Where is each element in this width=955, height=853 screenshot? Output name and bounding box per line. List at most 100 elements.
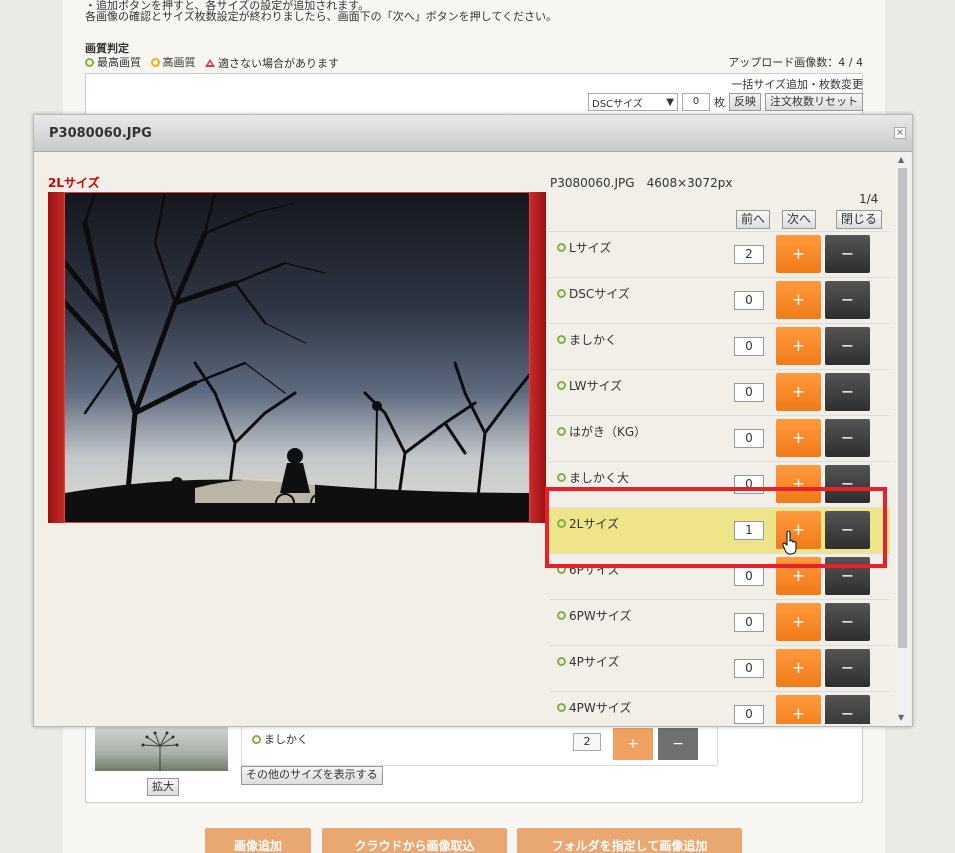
minus-button[interactable]: −: [825, 603, 870, 641]
minus-button[interactable]: −: [825, 281, 870, 319]
warning-icon: [205, 58, 215, 67]
plus-button[interactable]: +: [776, 373, 821, 411]
qty-input[interactable]: 0: [734, 613, 764, 632]
qty-input[interactable]: 0: [734, 567, 764, 586]
plus-button[interactable]: +: [776, 281, 821, 319]
size-label: はがき（KG）: [557, 423, 646, 440]
size-row: ましかく 0 + −: [549, 324, 890, 370]
legend-warning: 適さない場合があります: [218, 56, 339, 70]
add-image-button[interactable]: 画像追加: [205, 828, 311, 853]
reset-button[interactable]: 注文枚数リセット: [765, 93, 863, 111]
prev-button[interactable]: 前へ: [736, 210, 771, 229]
size-label: LWサイズ: [557, 377, 622, 394]
size-row: 4PWサイズ 0 + −: [549, 692, 890, 724]
size-row: 6PWサイズ 0 + −: [549, 600, 890, 646]
close-button[interactable]: 閉じる: [836, 210, 883, 229]
photo-preview: [64, 192, 530, 523]
card-plus-button[interactable]: +: [613, 728, 653, 760]
card-size-text: ましかく: [264, 733, 308, 746]
plus-button[interactable]: +: [776, 327, 821, 365]
best-quality-icon: [557, 611, 566, 620]
size-list: Lサイズ 2 + − DSCサイズ 0 + − ましかく 0 + − LWサイズ…: [549, 231, 890, 724]
best-quality-icon: [557, 703, 566, 712]
size-row: DSCサイズ 0 + −: [549, 278, 890, 324]
size-name: 4PWサイズ: [569, 701, 632, 715]
size-label: Lサイズ: [557, 239, 611, 256]
bulk-link[interactable]: 一括サイズ追加・枚数変更: [731, 76, 863, 92]
qty-input[interactable]: 0: [734, 659, 764, 678]
qty-input[interactable]: 0: [734, 429, 764, 448]
image-detail-modal: P3080060.JPG × 2Lサイズ P3080060.JPG 4608×3…: [33, 114, 913, 727]
plus-button[interactable]: +: [776, 419, 821, 457]
minus-button[interactable]: −: [825, 373, 870, 411]
minus-button[interactable]: −: [825, 695, 870, 724]
instruction-notice: 各画像の確認とサイズ枚数設定が終わりましたら、画面下の「次へ」ボタンを押してくだ…: [85, 10, 558, 23]
scroll-up-icon[interactable]: ▲: [898, 155, 904, 164]
qty-input[interactable]: 0: [734, 337, 764, 356]
qty-input[interactable]: 2: [734, 245, 764, 264]
scroll-thumb[interactable]: [898, 168, 907, 648]
flower-thumbnail-graphic: [141, 731, 179, 771]
best-quality-icon: [557, 427, 566, 436]
size-name: DSCサイズ: [569, 287, 630, 301]
best-quality-icon: [252, 734, 261, 744]
minus-button[interactable]: −: [825, 649, 870, 687]
selected-size-label: 2Lサイズ: [48, 176, 100, 190]
quality-legend: 最高画質 高画質 適さない場合があります: [85, 54, 345, 71]
card-minus-button[interactable]: −: [658, 728, 698, 760]
dropdown-arrow-icon: ▼: [666, 96, 674, 108]
minus-button[interactable]: −: [825, 327, 870, 365]
legend-best: 最高画質: [97, 56, 141, 69]
size-name: 4Pサイズ: [569, 655, 620, 669]
legend-high: 高画質: [162, 56, 196, 69]
size-name: はがき（KG）: [569, 425, 647, 439]
qty-input[interactable]: 0: [734, 383, 764, 402]
apply-button[interactable]: 反映: [729, 93, 761, 111]
show-more-sizes-button[interactable]: その他のサイズを表示する: [241, 766, 383, 785]
photo-frame: [48, 192, 546, 523]
qty-input[interactable]: 0: [734, 705, 764, 724]
scroll-down-icon[interactable]: ▼: [898, 713, 904, 722]
page-indicator: 1/4: [859, 192, 879, 206]
size-label: 4Pサイズ: [557, 653, 620, 670]
next-button[interactable]: 次へ: [782, 210, 817, 229]
best-quality-icon: [557, 657, 566, 666]
zoom-button[interactable]: 拡大: [147, 778, 179, 796]
bulk-count-input[interactable]: 0: [682, 93, 710, 111]
bulk-unit: 枚: [714, 96, 725, 109]
size-row: はがき（KG） 0 + −: [549, 416, 890, 462]
folder-import-button[interactable]: フォルダを指定して画像追加: [517, 828, 742, 853]
size-name: 6PWサイズ: [569, 609, 632, 623]
best-quality-icon: [557, 335, 566, 344]
plus-button[interactable]: +: [776, 649, 821, 687]
high-quality-icon: [150, 57, 160, 67]
qty-input[interactable]: 0: [734, 291, 764, 310]
highlight-annotation: [545, 487, 887, 568]
best-quality-icon: [557, 473, 566, 482]
size-label: 4PWサイズ: [557, 699, 631, 716]
modal-scrollbar[interactable]: ▲ ▼: [896, 153, 909, 724]
plus-button[interactable]: +: [776, 235, 821, 273]
plus-button[interactable]: +: [776, 695, 821, 724]
plus-button[interactable]: +: [776, 603, 821, 641]
size-label: 6PWサイズ: [557, 607, 631, 624]
card-size-label: ましかく: [252, 731, 308, 747]
size-row: 4Pサイズ 0 + −: [549, 646, 890, 692]
close-icon[interactable]: ×: [894, 127, 906, 139]
best-quality-icon: [557, 289, 566, 298]
image-thumbnail[interactable]: [95, 727, 228, 771]
photo-graphic: [65, 193, 529, 522]
minus-button[interactable]: −: [825, 235, 870, 273]
upload-count: アップロード画像数：4 / 4: [728, 56, 863, 69]
cloud-import-button[interactable]: クラウドから画像取込: [322, 828, 507, 853]
bulk-size-select[interactable]: DSCサイズ ▼: [588, 93, 678, 111]
card-qty-input[interactable]: 2: [573, 733, 601, 751]
best-quality-icon: [85, 57, 94, 67]
size-name: LWサイズ: [569, 379, 623, 393]
minus-button[interactable]: −: [825, 419, 870, 457]
modal-header: P3080060.JPG ×: [34, 115, 912, 152]
size-label: ましかく大: [557, 469, 629, 486]
size-row: Lサイズ 2 + −: [549, 232, 890, 278]
size-label: ましかく: [557, 331, 617, 348]
best-quality-icon: [557, 381, 566, 390]
